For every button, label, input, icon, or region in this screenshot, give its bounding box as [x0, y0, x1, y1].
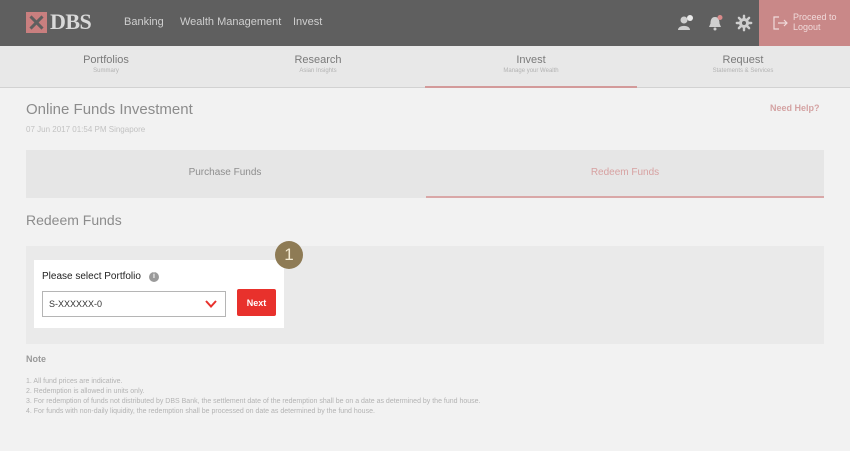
- tab-purchase-funds[interactable]: Purchase Funds: [26, 150, 424, 198]
- tab-redeem-funds[interactable]: Redeem Funds: [426, 150, 824, 198]
- note-item: 1. All fund prices are indicative.: [26, 378, 123, 385]
- user-icon[interactable]: [676, 14, 694, 32]
- top-bar: DBS Banking Wealth Management Invest Pro…: [0, 0, 850, 46]
- note-item: 2. Redemption is allowed in units only.: [26, 388, 145, 395]
- page-title: Online Funds Investment: [26, 101, 193, 118]
- need-help-link[interactable]: Need Help?: [770, 103, 820, 113]
- note-list: 1. All fund prices are indicative. 2. Re…: [26, 377, 481, 417]
- portfolio-select-card: Please select Portfolio i S-XXXXXX-0 Nex…: [34, 260, 284, 328]
- logout-icon: [773, 16, 788, 30]
- logout-label: Proceed to Logout: [793, 12, 837, 32]
- portfolio-select[interactable]: S-XXXXXX-0: [42, 291, 226, 317]
- gear-icon[interactable]: [735, 14, 753, 32]
- section-title: Redeem Funds: [26, 212, 122, 228]
- bell-icon[interactable]: [706, 14, 724, 32]
- note-item: 3. For redemption of funds not distribut…: [26, 398, 481, 405]
- step-badge: 1: [275, 241, 303, 269]
- page-timestamp: 07 Jun 2017 01:54 PM Singapore: [26, 125, 146, 134]
- note-heading: Note: [26, 354, 46, 364]
- sub-nav: Portfolios Summary Research Asian Insigh…: [0, 46, 850, 88]
- dbs-logo[interactable]: DBS: [26, 9, 92, 34]
- portfolio-select-value: S-XXXXXX-0: [49, 299, 103, 309]
- subnav-portfolios[interactable]: Portfolios Summary: [0, 46, 212, 88]
- info-icon[interactable]: i: [149, 272, 159, 282]
- dbs-star-icon: [26, 11, 47, 33]
- note-item: 4. For funds with non-daily liquidity, t…: [26, 408, 375, 415]
- nav-wealth-management[interactable]: Wealth Management: [180, 16, 281, 28]
- subnav-invest[interactable]: Invest Manage your Wealth: [425, 46, 637, 88]
- nav-invest[interactable]: Invest: [293, 16, 322, 28]
- next-button[interactable]: Next: [237, 289, 276, 316]
- fund-tabs: Purchase Funds Redeem Funds: [26, 150, 824, 198]
- chevron-down-icon: [205, 300, 217, 308]
- nav-banking[interactable]: Banking: [124, 16, 164, 28]
- portfolio-label: Please select Portfolio: [42, 271, 141, 282]
- subnav-request[interactable]: Request Statements & Services: [637, 46, 849, 88]
- brand-name: DBS: [50, 9, 92, 34]
- logout-button[interactable]: Proceed to Logout: [759, 0, 850, 46]
- subnav-research[interactable]: Research Asian Insights: [212, 46, 424, 88]
